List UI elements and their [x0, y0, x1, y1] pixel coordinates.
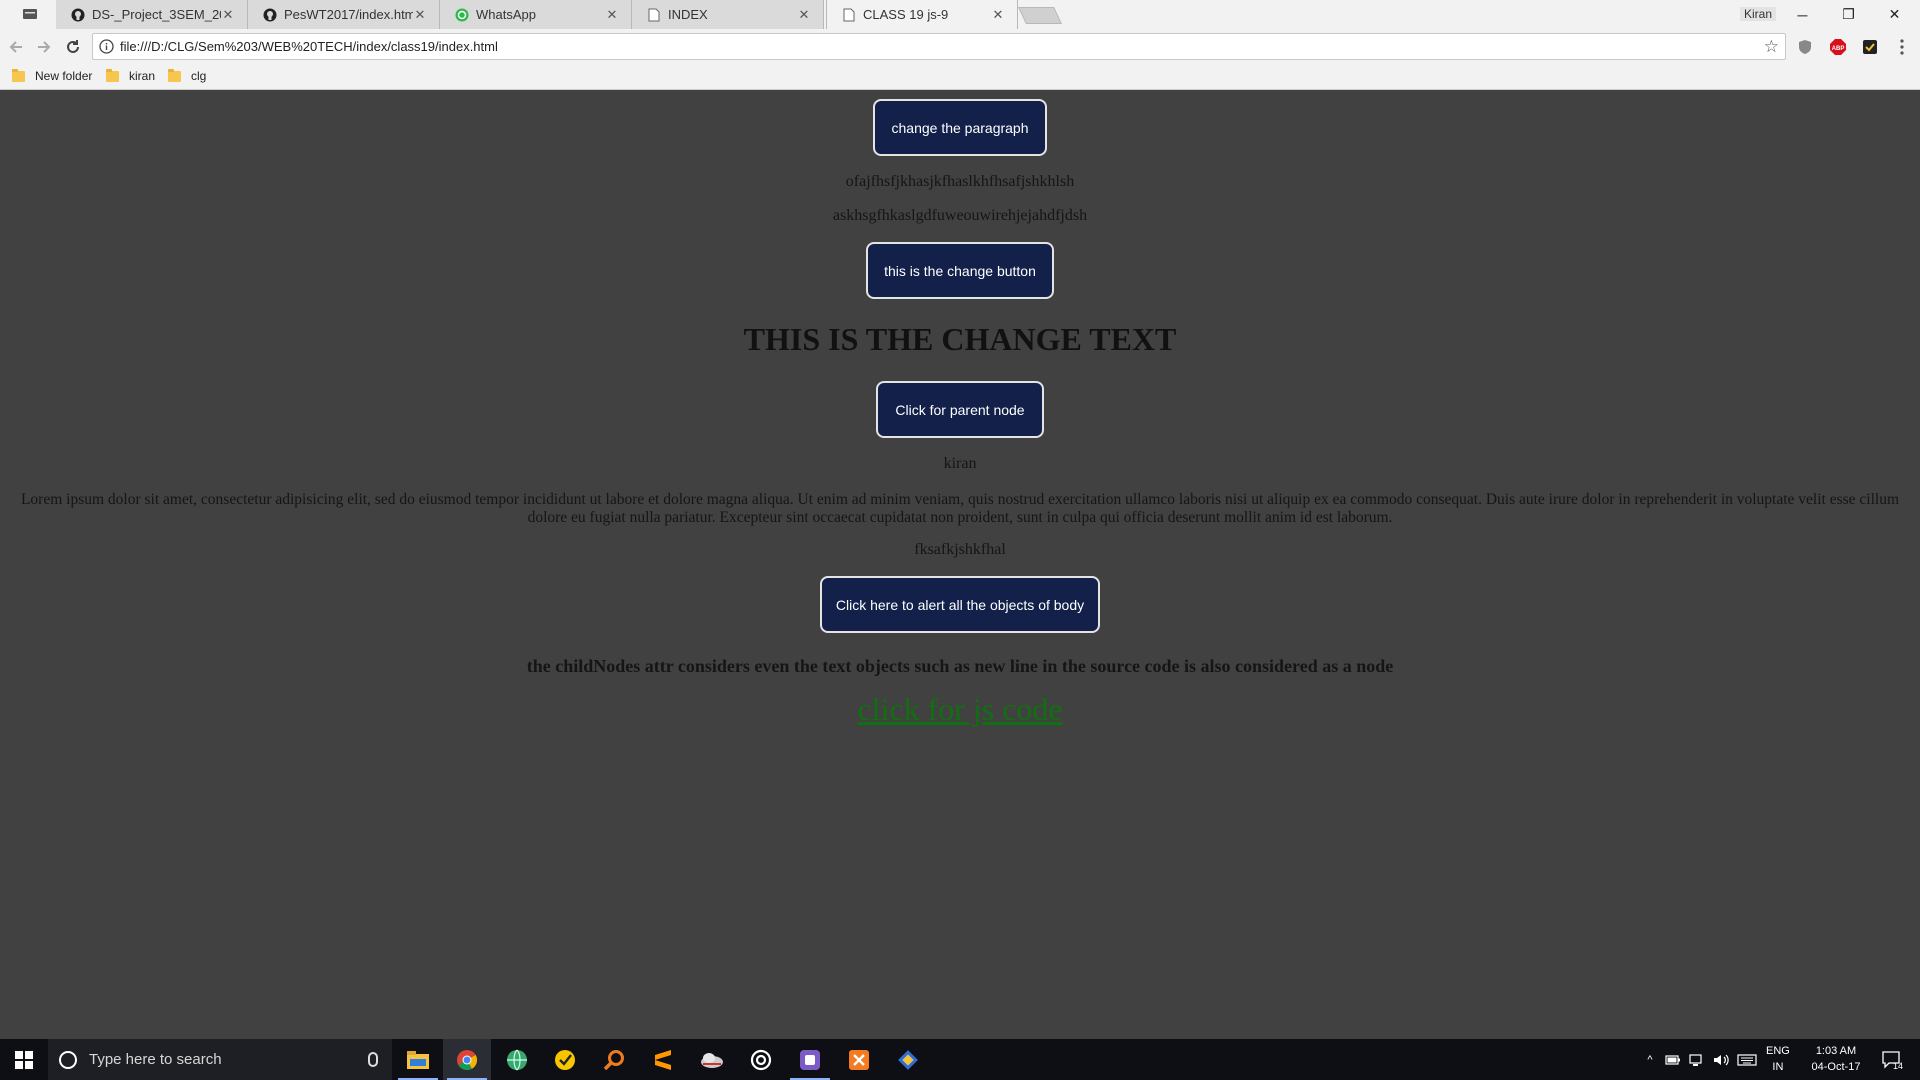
notification-count: 14 [1893, 1061, 1904, 1071]
windows-logo-icon [15, 1050, 33, 1069]
bookmark-kiran[interactable]: kiran [106, 68, 156, 83]
cortana-icon [59, 1050, 77, 1069]
document-icon [646, 7, 662, 23]
shield-extension-icon[interactable] [1796, 38, 1814, 56]
github-icon [70, 7, 86, 23]
github-icon [262, 7, 278, 23]
target-app-icon[interactable] [737, 1039, 785, 1080]
change-paragraph-button[interactable]: change the paragraph [873, 99, 1047, 156]
tab-label: PesWT2017/index.html a [284, 7, 413, 22]
back-icon[interactable] [6, 37, 26, 57]
keyboard-icon[interactable] [1734, 1039, 1760, 1080]
bookmark-new-folder[interactable]: New folder [12, 68, 93, 83]
chrome-icon[interactable] [443, 1039, 491, 1080]
forward-icon[interactable] [34, 37, 54, 57]
bookmark-star-icon[interactable]: ☆ [1764, 37, 1779, 57]
tab-class19[interactable]: CLASS 19 js-9 ✕ [826, 0, 1018, 29]
clock-date: 04-Oct-17 [1811, 1061, 1861, 1073]
adblock-extension-icon[interactable]: ABP [1829, 38, 1847, 56]
lorem-paragraph: Lorem ipsum dolor sit amet, consectetur … [20, 491, 1900, 526]
microphone-icon[interactable] [368, 1052, 378, 1067]
bookmarks-bar: New folder kiran clg [0, 65, 1920, 90]
paragraph-1: ofajfhsfjkhasjkfhaslkhfhsafjshkhlsh [845, 173, 1075, 190]
bookmark-label: kiran [129, 69, 156, 83]
parent-node-button[interactable]: Click for parent node [876, 381, 1044, 438]
search-app-icon[interactable] [590, 1039, 638, 1080]
taskbar-search-box[interactable]: Type here to search [48, 1039, 392, 1080]
tab-whatsapp[interactable]: WhatsApp ✕ [440, 0, 632, 29]
start-button[interactable] [0, 1039, 48, 1080]
windows-taskbar: Type here to search ^ ENG IN 1:03 AM 04-… [0, 1039, 1920, 1080]
document-icon [841, 7, 857, 23]
tab-peswt2017[interactable]: PesWT2017/index.html a ✕ [248, 0, 440, 29]
web-page-content: change the paragraph ofajfhsfjkhasjkfhas… [0, 91, 1920, 1039]
clock-time: 1:03 AM [1815, 1045, 1857, 1057]
alert-body-objects-button[interactable]: Click here to alert all the objects of b… [820, 576, 1100, 633]
region-code: IN [1772, 1061, 1784, 1073]
git-gui-icon[interactable] [884, 1039, 932, 1080]
search-placeholder[interactable]: Type here to search [89, 1051, 368, 1068]
close-icon[interactable]: ✕ [221, 7, 235, 23]
minimize-icon[interactable]: ─ [1780, 0, 1825, 29]
folder-icon [12, 68, 25, 82]
norton-icon[interactable] [541, 1039, 589, 1080]
cloud-app-icon[interactable] [688, 1039, 736, 1080]
tab-ds-project[interactable]: DS-_Project_3SEM_2017/ ✕ [56, 0, 248, 29]
profile-button[interactable]: Kiran [1740, 7, 1777, 21]
close-icon[interactable]: ✕ [605, 7, 619, 23]
info-icon[interactable] [99, 39, 114, 54]
system-clock[interactable]: 1:03 AM 04-Oct-17 [1802, 1043, 1870, 1075]
window-menu-icon[interactable] [20, 7, 40, 21]
volume-icon[interactable] [1710, 1039, 1732, 1080]
url-text[interactable]: file:///D:/CLG/Sem%203/WEB%20TECH/index/… [120, 39, 498, 54]
close-icon[interactable]: ✕ [413, 7, 427, 23]
checklist-extension-icon[interactable] [1861, 38, 1879, 56]
whatsapp-icon [454, 7, 470, 23]
battery-icon[interactable] [1662, 1039, 1684, 1080]
paragraph-3: fksafkjshkfhal [914, 541, 1006, 558]
close-window-icon[interactable]: ✕ [1872, 0, 1917, 29]
tab-label: INDEX [668, 7, 708, 22]
language-code: ENG [1766, 1045, 1790, 1057]
browser-toolbar: file:///D:/CLG/Sem%203/WEB%20TECH/index/… [0, 29, 1920, 65]
paragraph-2: askhsgfhkaslgdfuweouwirehjejahdfjdsh [832, 207, 1088, 224]
address-bar[interactable]: file:///D:/CLG/Sem%203/WEB%20TECH/index/… [92, 33, 1786, 60]
input-language-indicator[interactable]: ENG IN [1766, 1043, 1790, 1075]
folder-icon [106, 68, 119, 82]
visual-studio-icon[interactable] [786, 1039, 834, 1080]
restore-icon[interactable]: ❐ [1826, 0, 1871, 29]
reload-icon[interactable] [63, 37, 83, 57]
name-text: kiran [943, 455, 977, 472]
network-icon[interactable] [1686, 1039, 1708, 1080]
bookmark-label: New folder [35, 69, 93, 83]
close-icon[interactable]: ✕ [797, 7, 811, 23]
folder-icon [168, 68, 181, 82]
change-button[interactable]: this is the change button [866, 242, 1054, 299]
tab-strip: DS-_Project_3SEM_2017/ ✕ PesWT2017/index… [0, 0, 1920, 29]
tab-index[interactable]: INDEX ✕ [632, 0, 824, 29]
file-explorer-icon[interactable] [394, 1039, 442, 1080]
childnodes-note: the childNodes attr considers even the t… [526, 656, 1394, 676]
show-hidden-icons-icon[interactable]: ^ [1640, 1039, 1660, 1080]
js-code-link[interactable]: click for js code [0, 691, 1920, 728]
change-text-heading: THIS IS THE CHANGE TEXT [743, 321, 1177, 357]
tab-label: CLASS 19 js-9 [863, 7, 949, 22]
tab-label: DS-_Project_3SEM_2017/ [92, 7, 221, 22]
bookmark-clg[interactable]: clg [168, 68, 207, 83]
menu-icon[interactable] [1894, 38, 1910, 56]
bookmark-label: clg [191, 69, 207, 83]
action-center-icon[interactable]: 14 [1872, 1039, 1912, 1080]
xampp-icon[interactable] [835, 1039, 883, 1080]
svg-text:ABP: ABP [1832, 46, 1845, 52]
sublime-text-icon[interactable] [639, 1039, 687, 1080]
new-tab-button[interactable] [1018, 7, 1062, 24]
tab-label: WhatsApp [476, 7, 536, 22]
globe-app-icon[interactable] [493, 1039, 541, 1080]
close-icon[interactable]: ✕ [991, 7, 1005, 23]
